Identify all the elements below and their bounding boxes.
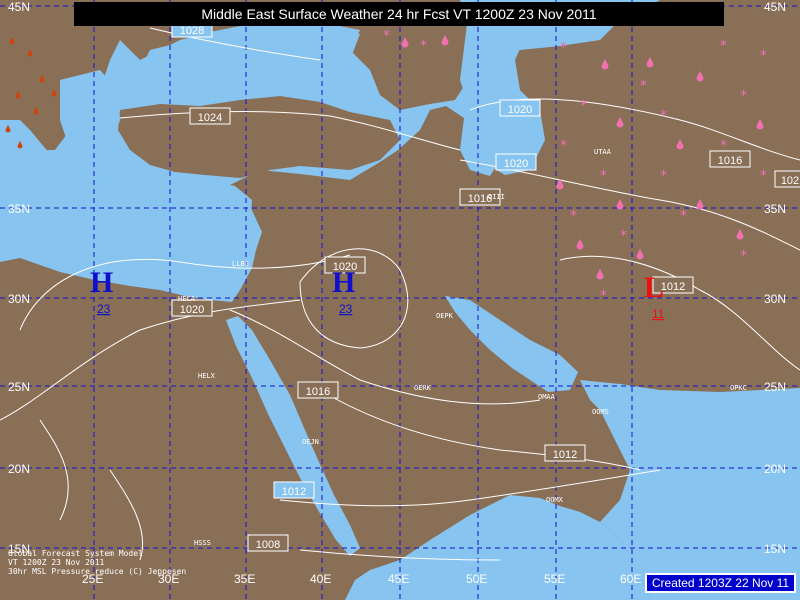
- map-title: Middle East Surface Weather 24 hr Fcst V…: [74, 2, 724, 26]
- svg-text:*: *: [600, 288, 607, 304]
- map-canvas: 1028 1024 1020 1020 1016 1016 1020 1020 …: [0, 0, 800, 600]
- lon-label: 40E: [310, 572, 331, 586]
- svg-text:*: *: [580, 98, 587, 114]
- lat-label-left: 35N: [8, 202, 30, 216]
- svg-text:*: *: [720, 138, 727, 154]
- created-badge: Created 1203Z 22 Nov 11: [645, 573, 796, 593]
- lat-label-left: 25N: [8, 380, 30, 394]
- high-center-symbol: H: [90, 266, 113, 299]
- isobar-label: 1024: [198, 112, 222, 124]
- lat-label-right: 45N: [764, 0, 786, 14]
- svg-text:*: *: [720, 38, 727, 54]
- svg-text:*: *: [740, 88, 747, 104]
- isobar-label: 1016: [718, 155, 742, 167]
- svg-text:*: *: [760, 168, 767, 184]
- high-center-value: 23: [97, 302, 111, 316]
- svg-text:*: *: [600, 168, 607, 184]
- station-id: OEPK: [436, 312, 454, 320]
- station-id: OERK: [414, 384, 432, 392]
- station-id: OPKC: [730, 384, 747, 392]
- lat-label-left: 30N: [8, 292, 30, 306]
- isobar-label: 1028: [180, 25, 204, 37]
- lon-label: 50E: [466, 572, 487, 586]
- lon-label: 55E: [544, 572, 565, 586]
- isobar-label: 1020: [180, 304, 204, 316]
- lat-label-right: 25N: [764, 380, 786, 394]
- svg-text:*: *: [640, 78, 647, 94]
- svg-text:*: *: [740, 248, 747, 264]
- lat-label-left: 20N: [8, 462, 30, 476]
- lat-label-right: 15N: [764, 542, 786, 556]
- isobar-label: 1020: [508, 104, 532, 116]
- lon-label: 60E: [620, 572, 641, 586]
- station-id: HECA: [178, 295, 196, 303]
- lat-label-right: 30N: [764, 292, 786, 306]
- isobar-label: 1012: [282, 486, 306, 498]
- lon-label: 45E: [388, 572, 409, 586]
- isobar-label: 1012: [553, 449, 577, 461]
- copyright: 30hr MSL Pressure reduce (C) Jeppesen: [8, 567, 187, 576]
- aegean-sea: [60, 70, 120, 160]
- high-center-value: 23: [339, 302, 353, 316]
- station-id: OOMS: [592, 408, 609, 416]
- lat-label-right: 20N: [764, 462, 786, 476]
- lat-label-right: 35N: [764, 202, 786, 216]
- station-id: OMAA: [538, 393, 556, 401]
- lat-label-left: 45N: [8, 0, 30, 14]
- footer-notes: Global Forecast System Model VT 1200Z 23…: [8, 549, 186, 576]
- station-id: HSSS: [194, 539, 211, 547]
- svg-text:*: *: [680, 208, 687, 224]
- svg-text:*: *: [760, 48, 767, 64]
- svg-text:*: *: [560, 40, 567, 56]
- lon-label: 35E: [234, 572, 255, 586]
- svg-text:*: *: [383, 28, 390, 44]
- station-id: LLBG: [232, 260, 249, 268]
- isobar-label: 102: [781, 175, 799, 187]
- low-center-symbol: L: [644, 271, 664, 304]
- station-id: HELX: [198, 372, 216, 380]
- station-id: OIII: [488, 193, 505, 201]
- svg-text:*: *: [660, 108, 667, 124]
- low-center-value: 11: [652, 307, 665, 321]
- svg-text:*: *: [560, 138, 567, 154]
- isobar-label: 1008: [256, 539, 280, 551]
- model-name: Global Forecast System Model: [8, 549, 143, 558]
- valid-time: VT 1200Z 23 Nov 2011: [8, 558, 105, 567]
- weather-map: 1028 1024 1020 1020 1016 1016 1020 1020 …: [0, 0, 800, 600]
- station-id: UTAA: [594, 148, 612, 156]
- station-id: OEJN: [302, 438, 319, 446]
- svg-text:*: *: [420, 38, 427, 54]
- isobar-label: 1016: [306, 386, 330, 398]
- svg-text:*: *: [620, 228, 627, 244]
- isobar-label: 1020: [504, 158, 528, 170]
- high-center-symbol: H: [332, 266, 355, 299]
- svg-text:*: *: [570, 208, 577, 224]
- svg-text:*: *: [660, 168, 667, 184]
- station-id: OOMX: [546, 496, 564, 504]
- isobar-label: 1012: [661, 281, 685, 293]
